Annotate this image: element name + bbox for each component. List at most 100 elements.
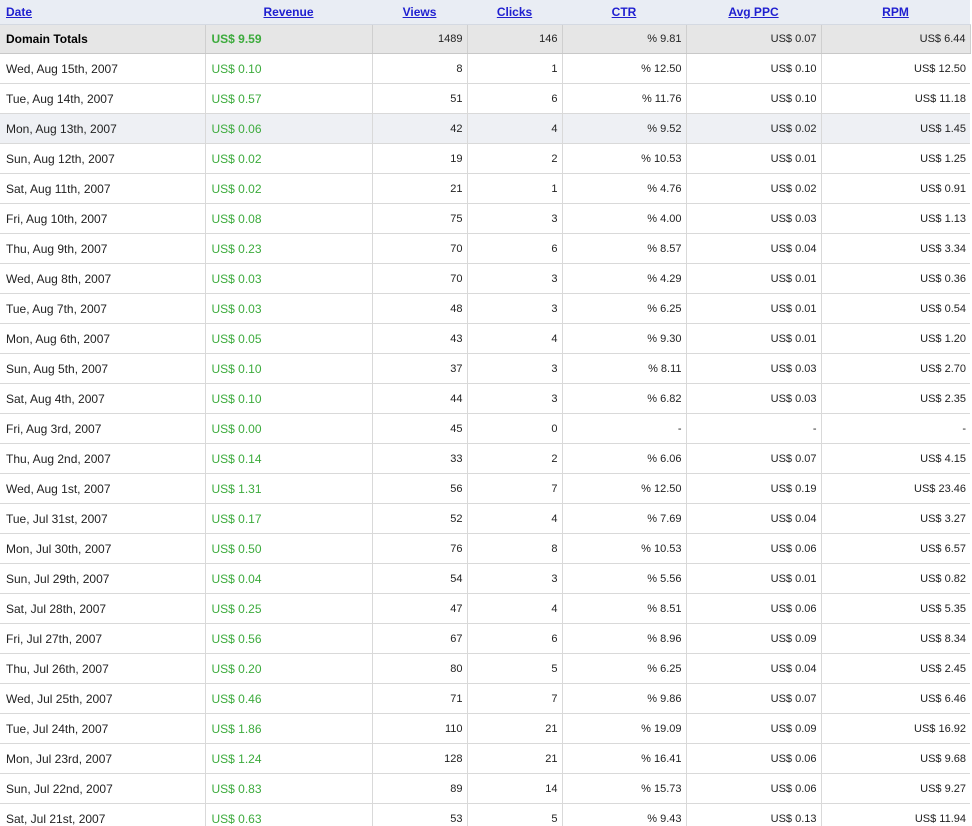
cell-ctr: % 19.09 (562, 713, 687, 744)
cell-date: Mon, Aug 6th, 2007 (0, 323, 206, 354)
cell-date: Fri, Aug 10th, 2007 (0, 203, 206, 234)
column-header-revenue: Revenue (205, 0, 372, 25)
table-row: Tue, Jul 24th, 2007 US$ 1.86 110 21% 19.09 U… (0, 713, 970, 744)
cell-revenue: US$ 0.03 (205, 263, 373, 294)
cell-views: 128 (372, 743, 468, 774)
table-row: Sat, Aug 11th, 2007 US$ 0.02 21 1% 4.76 US$ … (0, 173, 970, 204)
cell-views: 53 (372, 803, 468, 826)
table-row: Thu, Aug 2nd, 2007 US$ 0.14 33 2% 6.06 US$ 0… (0, 443, 970, 474)
table-row: Thu, Jul 26th, 2007 US$ 0.20 80 5% 6.25 US$ … (0, 653, 970, 684)
cell-revenue: US$ 0.03 (205, 293, 373, 324)
cell-date: Fri, Aug 3rd, 2007 (0, 413, 206, 444)
cell-rpm: US$ 9.27 (821, 773, 970, 804)
cell-date: Sun, Aug 5th, 2007 (0, 353, 206, 384)
cell-views: 54 (372, 563, 468, 594)
cell-clicks: 5 (467, 653, 563, 684)
sort-by-date-link[interactable]: Date (6, 5, 32, 19)
cell-ctr: % 7.69 (562, 503, 687, 534)
sort-by-ctr-link[interactable]: CTR (612, 5, 637, 19)
cell-date: Sat, Jul 21st, 2007 (0, 803, 206, 826)
cell-date: Tue, Aug 7th, 2007 (0, 293, 206, 324)
cell-revenue: US$ 0.14 (205, 443, 373, 474)
table-row: Fri, Jul 27th, 2007 US$ 0.56 67 6% 8.96 US$ … (0, 623, 970, 654)
cell-clicks: 5 (467, 803, 563, 826)
cell-revenue: US$ 1.31 (205, 473, 373, 504)
cell-ctr: % 9.86 (562, 683, 687, 714)
cell-rpm: - (821, 413, 970, 444)
cell-views: 71 (372, 683, 468, 714)
sort-by-revenue-link[interactable]: Revenue (263, 5, 313, 19)
cell-revenue: US$ 1.86 (205, 713, 373, 744)
sort-by-avg-ppc-link[interactable]: Avg PPC (728, 5, 778, 19)
cell-date: Tue, Jul 24th, 2007 (0, 713, 206, 744)
column-header-ctr: CTR (562, 0, 686, 25)
column-header-avg-ppc: Avg PPC (686, 0, 821, 25)
cell-ctr: % 8.57 (562, 233, 687, 264)
cell-date: Tue, Jul 31st, 2007 (0, 503, 206, 534)
cell-views: 8 (372, 53, 468, 84)
table-row: Tue, Aug 14th, 2007 US$ 0.57 51 6% 11.76 US$… (0, 83, 970, 114)
cell-revenue: US$ 0.50 (205, 533, 373, 564)
cell-rpm: US$ 0.54 (821, 293, 970, 324)
totals-views: 1489 (372, 24, 468, 54)
cell-avg-ppc: US$ 0.02 (686, 173, 822, 204)
cell-revenue: US$ 0.56 (205, 623, 373, 654)
cell-clicks: 21 (467, 713, 563, 744)
cell-ctr: % 9.43 (562, 803, 687, 826)
cell-date: Sun, Jul 22nd, 2007 (0, 773, 206, 804)
cell-rpm: US$ 1.20 (821, 323, 970, 354)
cell-views: 45 (372, 413, 468, 444)
cell-views: 76 (372, 533, 468, 564)
cell-ctr: % 6.82 (562, 383, 687, 414)
cell-date: Sat, Aug 4th, 2007 (0, 383, 206, 414)
cell-revenue: US$ 0.17 (205, 503, 373, 534)
cell-clicks: 3 (467, 263, 563, 294)
table-row: Sun, Aug 5th, 2007 US$ 0.10 37 3% 8.11 US$ 0… (0, 353, 970, 384)
cell-avg-ppc: US$ 0.03 (686, 353, 822, 384)
cell-avg-ppc: US$ 0.01 (686, 323, 822, 354)
cell-views: 80 (372, 653, 468, 684)
cell-clicks: 6 (467, 233, 563, 264)
cell-clicks: 8 (467, 533, 563, 564)
totals-revenue: US$ 9.59 (205, 24, 373, 54)
column-header-rpm: RPM (821, 0, 970, 25)
cell-clicks: 3 (467, 353, 563, 384)
sort-by-views-link[interactable]: Views (403, 5, 437, 19)
cell-avg-ppc: US$ 0.04 (686, 233, 822, 264)
cell-avg-ppc: US$ 0.07 (686, 443, 822, 474)
table-row: Wed, Jul 25th, 2007 US$ 0.46 71 7% 9.86 US$ … (0, 683, 970, 714)
table-row: Sun, Jul 22nd, 2007 US$ 0.83 89 14% 15.73 US… (0, 773, 970, 804)
cell-rpm: US$ 1.13 (821, 203, 970, 234)
sort-by-rpm-link[interactable]: RPM (882, 5, 909, 19)
sort-by-clicks-link[interactable]: Clicks (497, 5, 532, 19)
cell-revenue: US$ 0.10 (205, 383, 373, 414)
table-row: Wed, Aug 15th, 2007 US$ 0.10 8 1% 12.50 US$ … (0, 53, 970, 84)
table-row: Mon, Aug 6th, 2007 US$ 0.05 43 4% 9.30 US$ 0… (0, 323, 970, 354)
cell-rpm: US$ 1.45 (821, 113, 970, 144)
cell-revenue: US$ 0.20 (205, 653, 373, 684)
cell-avg-ppc: US$ 0.06 (686, 773, 822, 804)
cell-views: 51 (372, 83, 468, 114)
cell-date: Tue, Aug 14th, 2007 (0, 83, 206, 114)
cell-avg-ppc: US$ 0.13 (686, 803, 822, 826)
cell-ctr: % 15.73 (562, 773, 687, 804)
cell-rpm: US$ 0.36 (821, 263, 970, 294)
cell-views: 110 (372, 713, 468, 744)
table-row: Fri, Aug 3rd, 2007 US$ 0.00 45 0- - - (0, 413, 970, 444)
cell-avg-ppc: US$ 0.01 (686, 143, 822, 174)
cell-avg-ppc: US$ 0.06 (686, 533, 822, 564)
cell-clicks: 4 (467, 113, 563, 144)
table-row: Mon, Jul 30th, 2007 US$ 0.50 76 8% 10.53 US$… (0, 533, 970, 564)
cell-avg-ppc: US$ 0.03 (686, 203, 822, 234)
cell-rpm: US$ 23.46 (821, 473, 970, 504)
cell-revenue: US$ 0.25 (205, 593, 373, 624)
column-header-clicks: Clicks (467, 0, 562, 25)
cell-ctr: % 12.50 (562, 473, 687, 504)
cell-rpm: US$ 11.94 (821, 803, 970, 826)
table-row: Sat, Jul 28th, 2007 US$ 0.25 47 4% 8.51 US$ … (0, 593, 970, 624)
column-header-date: Date (0, 0, 205, 25)
cell-ctr: % 10.53 (562, 143, 687, 174)
table-body: Domain Totals US$ 9.59 1489 146 % 9.81 U… (0, 24, 971, 826)
table-row: Sat, Jul 21st, 2007 US$ 0.63 53 5% 9.43 US$ … (0, 803, 970, 826)
cell-revenue: US$ 0.63 (205, 803, 373, 826)
